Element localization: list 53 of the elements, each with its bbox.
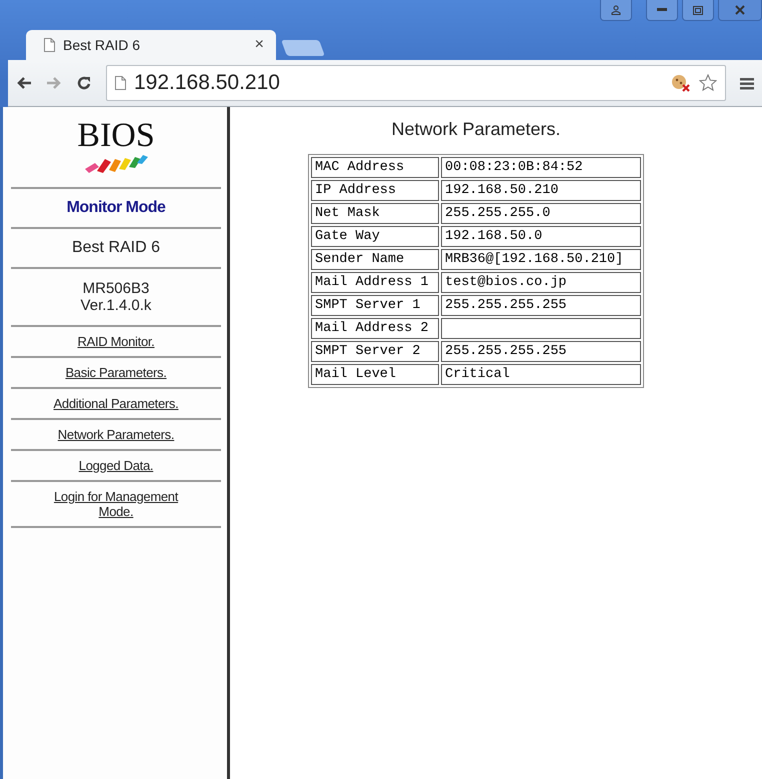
table-cell: MAC Address bbox=[311, 157, 439, 178]
browser-tab[interactable]: Best RAID 6 × bbox=[26, 30, 276, 60]
table-cell: SMPT Server 1 bbox=[311, 295, 439, 316]
table-cell: 255.255.255.255 bbox=[441, 295, 641, 316]
reload-icon[interactable] bbox=[76, 75, 92, 91]
table-cell: Gate Way bbox=[311, 226, 439, 247]
table-cell: 192.168.50.210 bbox=[441, 180, 641, 201]
nav-link[interactable]: Logged Data. bbox=[78, 458, 154, 473]
maximize-button[interactable] bbox=[682, 0, 714, 21]
model-info: MR506B3 bbox=[82, 280, 150, 297]
table-cell: IP Address bbox=[311, 180, 439, 201]
new-tab-button[interactable] bbox=[281, 40, 325, 56]
back-icon[interactable] bbox=[16, 76, 32, 90]
page-title: Network Parameters. bbox=[391, 119, 561, 140]
table-cell: Sender Name bbox=[311, 249, 439, 270]
page-icon bbox=[44, 38, 55, 52]
table-cell: Mail Address 2 bbox=[311, 318, 439, 339]
cookie-blocked-icon[interactable] bbox=[671, 74, 691, 92]
table-cell: 255.255.255.255 bbox=[441, 341, 641, 362]
table-cell: Net Mask bbox=[311, 203, 439, 224]
close-icon bbox=[735, 5, 745, 15]
table-cell: Mail Level bbox=[311, 364, 439, 385]
table-cell: Mail Address 1 bbox=[311, 272, 439, 293]
close-button[interactable] bbox=[718, 0, 762, 21]
page-icon bbox=[115, 76, 126, 90]
table-cell: SMPT Server 2 bbox=[311, 341, 439, 362]
tab-title: Best RAID 6 bbox=[63, 37, 142, 53]
maximize-icon bbox=[693, 6, 703, 14]
minimize-icon bbox=[657, 8, 667, 12]
url-text: 192.168.50.210 bbox=[134, 71, 280, 95]
tab-close-button[interactable]: × bbox=[254, 36, 264, 54]
model-info: Ver.1.4.0.k bbox=[80, 297, 152, 314]
star-icon[interactable] bbox=[699, 74, 717, 92]
nav-link[interactable]: Additional Parameters. bbox=[54, 396, 178, 411]
table-cell: Critical bbox=[441, 364, 641, 385]
nav-link[interactable]: Login for Management Mode. bbox=[41, 489, 191, 519]
table-cell: 255.255.255.0 bbox=[441, 203, 641, 224]
person-icon bbox=[611, 5, 621, 15]
nav-link[interactable]: Basic Parameters. bbox=[65, 365, 167, 380]
mode-label: Monitor Mode bbox=[66, 199, 166, 217]
table-cell: 192.168.50.0 bbox=[441, 226, 641, 247]
logo-text: BIOS bbox=[77, 119, 155, 153]
nav-link[interactable]: RAID Monitor. bbox=[77, 334, 154, 349]
product-name: Best RAID 6 bbox=[72, 239, 160, 257]
nav-link[interactable]: Network Parameters. bbox=[58, 427, 174, 442]
menu-icon[interactable] bbox=[740, 76, 754, 90]
user-button[interactable] bbox=[600, 0, 632, 21]
minimize-button[interactable] bbox=[646, 0, 678, 21]
table-cell: test@bios.co.jp bbox=[441, 272, 641, 293]
table-cell: 00:08:23:0B:84:52 bbox=[441, 157, 641, 178]
brush-strokes-logo bbox=[83, 153, 149, 175]
address-bar[interactable]: 192.168.50.210 bbox=[106, 65, 726, 101]
table-cell: MRB36@[192.168.50.210] bbox=[441, 249, 641, 270]
